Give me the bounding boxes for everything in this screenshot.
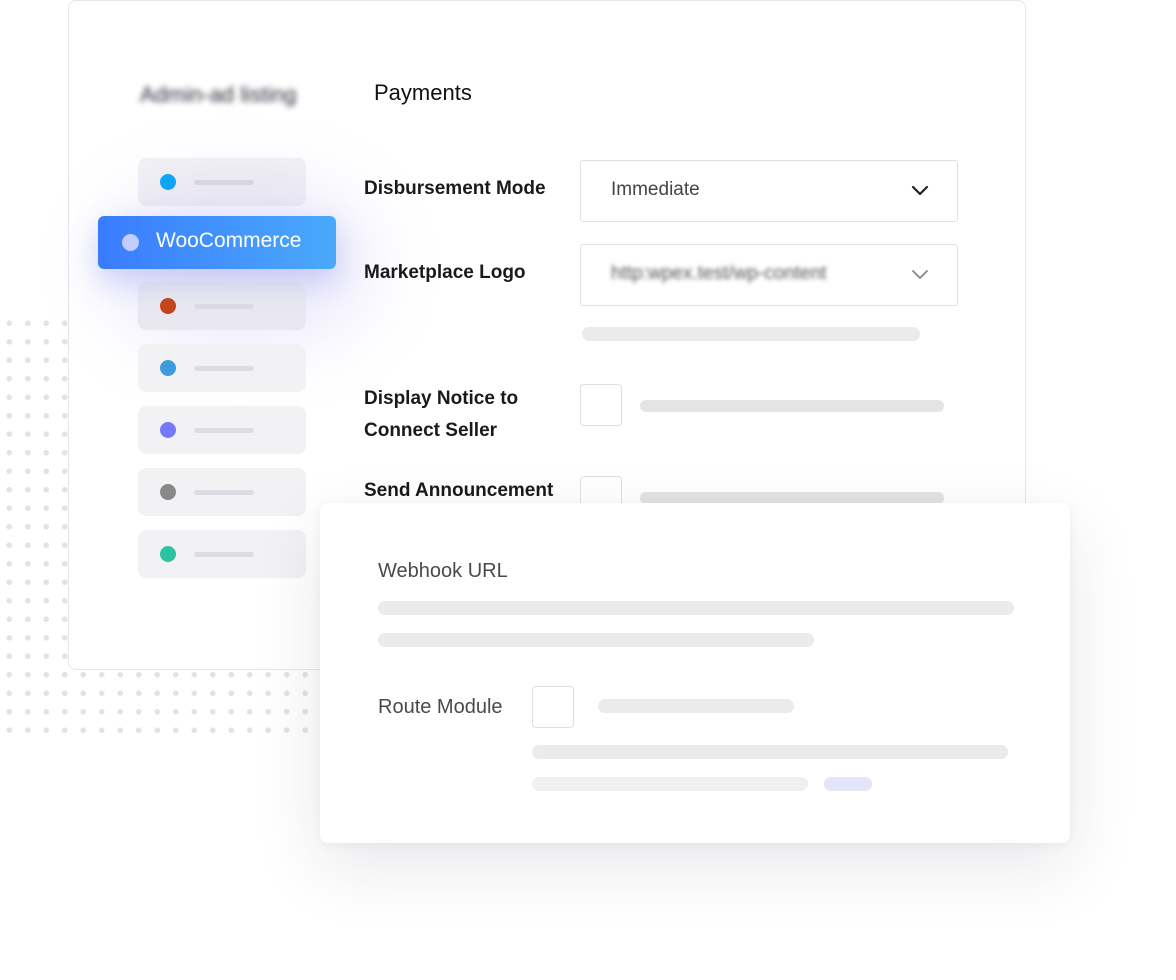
skeleton-line: [640, 400, 944, 412]
chevron-down-icon: [912, 270, 928, 279]
skeleton-line: [532, 745, 1008, 759]
skeleton-line: [532, 777, 808, 791]
disbursement-mode-value: Immediate: [611, 179, 700, 200]
status-dot-icon: [122, 234, 139, 251]
sidebar-item-placeholder: [194, 552, 254, 557]
status-dot-icon: [160, 360, 176, 376]
skeleton-line: [378, 601, 1014, 615]
route-module-checkbox[interactable]: [532, 686, 574, 728]
status-dot-icon: [160, 174, 176, 190]
status-dot-icon: [160, 484, 176, 500]
webhook-url-label: Webhook URL: [378, 560, 508, 582]
skeleton-line: [378, 633, 814, 647]
sidebar-item-5[interactable]: [138, 406, 306, 454]
status-dot-icon: [160, 546, 176, 562]
page-title: Payments: [374, 80, 472, 105]
marketplace-logo-label: Marketplace Logo: [364, 262, 526, 283]
display-notice-label-line2: Connect Seller: [364, 420, 498, 441]
status-dot-icon: [160, 298, 176, 314]
sidebar-item-placeholder: [194, 304, 254, 309]
api-settings-card: Webhook URL Route Module: [320, 503, 1070, 843]
sidebar-item-woocommerce[interactable]: WooCommerce: [98, 216, 336, 269]
skeleton-line: [598, 699, 794, 713]
sidebar-item-label: WooCommerce: [156, 229, 302, 252]
disbursement-mode-label: Disbursement Mode: [364, 178, 546, 199]
sidebar-item-4[interactable]: [138, 344, 306, 392]
display-notice-label-line1: Display Notice to: [364, 388, 519, 409]
status-dot-icon: [160, 422, 176, 438]
sidebar-item-placeholder: [194, 428, 254, 433]
chevron-down-icon: [911, 185, 929, 196]
display-notice-checkbox[interactable]: [580, 384, 622, 426]
sidebar-item-3[interactable]: [138, 282, 306, 330]
sidebar-item-placeholder: [194, 490, 254, 495]
route-module-label: Route Module: [378, 696, 503, 718]
sidebar-item-6[interactable]: [138, 468, 306, 516]
display-notice-label: Display Notice to Connect Seller: [364, 383, 518, 447]
marketplace-logo-value: http:wpex.test/wp-content: [611, 263, 827, 284]
disbursement-mode-select[interactable]: Immediate: [580, 160, 958, 222]
sidebar-item-placeholder: [194, 180, 254, 185]
sidebar-item-placeholder: [194, 366, 254, 371]
sidebar-item-7[interactable]: [138, 530, 306, 578]
skeleton-line: [582, 327, 920, 341]
skeleton-highlight: [824, 777, 872, 791]
marketplace-logo-select[interactable]: http:wpex.test/wp-content: [580, 244, 958, 306]
sidebar-title: Admin-ad listing: [140, 82, 297, 107]
